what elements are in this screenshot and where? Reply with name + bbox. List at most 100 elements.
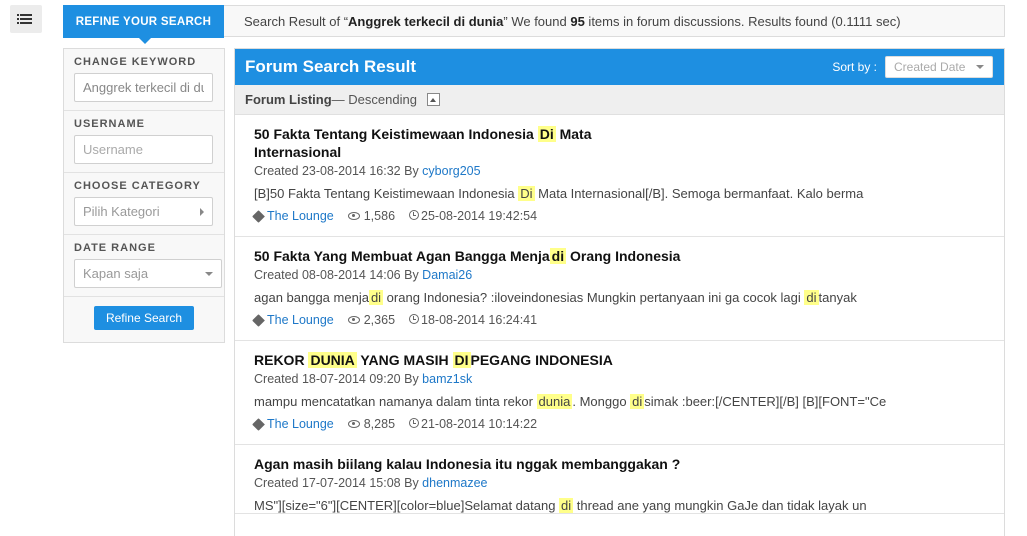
created-text: Created 17-07-2014 15:08 By	[254, 476, 423, 490]
snippet-text: simak :beer:[/CENTER][/B] [B][FONT="Ce	[644, 394, 887, 409]
result-item: 50 Fakta Tentang Keistimewaan Indonesia …	[235, 115, 1004, 237]
tag-icon	[252, 209, 265, 223]
last-post-time: 21-08-2014 10:14:22	[409, 417, 537, 431]
category-link[interactable]: The Lounge	[252, 313, 334, 327]
listing-order: — Descending	[331, 92, 417, 107]
snippet-highlight: di	[368, 290, 384, 305]
created-text: Created 08-08-2014 14:06 By	[254, 268, 423, 282]
views-text: 2,365	[363, 313, 396, 327]
category-link[interactable]: The Lounge	[252, 417, 334, 431]
last-post-time: 25-08-2014 19:42:54	[409, 209, 537, 223]
result-info: The Lounge 8,285 21-08-2014 10:14:22	[252, 417, 984, 444]
snippet-highlight: Di	[518, 186, 535, 201]
created-text: Created 18-07-2014 09:20 By	[254, 372, 423, 386]
caret-down-icon	[976, 65, 984, 69]
views-count: 1,586	[347, 209, 396, 223]
result-snippet: mampu mencatatkan namanya dalam tinta re…	[254, 394, 984, 409]
views-count: 8,285	[347, 417, 395, 431]
result-meta: Created 23-08-2014 16:32 By cyborg205	[254, 164, 984, 178]
keyword-input[interactable]	[74, 73, 213, 102]
date-range-select[interactable]: Kapan saja	[74, 259, 222, 288]
result-title-link[interactable]: Agan masih biilang kalau Indonesia itu n…	[254, 455, 984, 473]
category-label: CHOOSE CATEGORY	[74, 180, 201, 192]
snippet-text: . Monggo	[572, 394, 631, 409]
summary-query: Anggrek terkecil di dunia	[348, 14, 504, 29]
caret-down-icon	[205, 271, 213, 276]
keyword-label: CHANGE KEYWORD	[74, 56, 197, 68]
search-summary-bar: REFINE YOUR SEARCH Search Result of “Ang…	[63, 5, 1005, 44]
result-item: Agan masih biilang kalau Indonesia itu n…	[235, 445, 1004, 514]
refine-search-button[interactable]: Refine Search	[93, 306, 195, 330]
sort-select-value: Created Date	[894, 60, 966, 74]
result-title-link[interactable]: 50 Fakta Tentang Keistimewaan Indonesia …	[254, 125, 634, 161]
clock-icon	[409, 314, 420, 324]
clock-icon	[409, 210, 420, 220]
tag-icon	[252, 417, 265, 431]
refine-sidebar: CHANGE KEYWORD USERNAME CHOOSE CATEGORY …	[63, 48, 225, 343]
result-meta: Created 17-07-2014 15:08 By dhenmazee	[254, 476, 984, 490]
category-select[interactable]: Pilih Kategori	[74, 197, 213, 226]
snippet-highlight: di	[804, 290, 819, 305]
author-link[interactable]: Damai26	[422, 268, 472, 282]
category-text: The Lounge	[267, 209, 334, 223]
username-label: USERNAME	[74, 118, 145, 130]
snippet-text: thread ane yang mungkin GaJe dan tidak l…	[573, 498, 867, 513]
snippet-text: [B]50 Fakta Tentang Keistimewaan Indones…	[254, 186, 519, 201]
listing-bar: Forum Listing — Descending	[235, 85, 1004, 115]
snippet-text: Mata Internasional[/B]. Semoga bermanfaa…	[534, 186, 864, 201]
snippet-text: agan bangga menja	[254, 290, 369, 305]
sort-control: Sort by : Created Date	[832, 56, 993, 78]
result-title-link[interactable]: 50 Fakta Yang Membuat Agan Bangga Menja d…	[254, 247, 984, 265]
search-summary-text: Search Result of “Anggrek terkecil di du…	[244, 6, 901, 37]
snippet-text: orang Indonesia? :iloveindonesias Mungki…	[383, 290, 805, 305]
title-highlight: di	[549, 248, 567, 264]
category-text: The Lounge	[267, 313, 334, 327]
date-range-section: DATE RANGE Kapan saja	[64, 235, 224, 297]
title-highlight: Di	[537, 126, 556, 142]
views-text: 1,586	[363, 209, 396, 223]
list-menu-icon	[17, 14, 32, 24]
result-title-link[interactable]: REKOR DUNIA YANG MASIH DI PEGANG INDONESI…	[254, 351, 984, 369]
created-text: Created 23-08-2014 16:32 By	[254, 164, 423, 178]
eye-icon	[347, 316, 360, 324]
title-highlight: DUNIA	[308, 352, 357, 368]
category-link[interactable]: The Lounge	[252, 209, 334, 223]
sort-label: Sort by :	[832, 60, 877, 74]
title-text: Orang Indonesia	[566, 248, 681, 264]
title-text: PEGANG INDONESIA	[470, 352, 613, 368]
date-range-value: Kapan saja	[83, 266, 149, 281]
snippet-highlight: di	[559, 498, 574, 513]
summary-count: 95	[570, 14, 585, 29]
refine-button-wrap: Refine Search	[64, 297, 224, 339]
title-text: 50 Fakta Tentang Keistimewaan Indonesia	[254, 126, 538, 142]
refine-search-tab[interactable]: REFINE YOUR SEARCH	[63, 5, 224, 44]
result-item: 50 Fakta Yang Membuat Agan Bangga Menja d…	[235, 237, 1004, 341]
category-text: The Lounge	[267, 417, 334, 431]
clock-icon	[409, 418, 420, 428]
title-text: 50 Fakta Yang Membuat Agan Bangga Menja	[254, 248, 550, 264]
username-input[interactable]	[74, 135, 213, 164]
result-info: The Lounge 2,365 18-08-2014 16:24:41	[252, 313, 984, 340]
author-link[interactable]: bamz1sk	[422, 372, 472, 386]
result-snippet: MS"][size="6"][CENTER][color=blue]Selama…	[254, 498, 984, 513]
menu-toggle-button[interactable]	[10, 5, 42, 33]
date-range-label: DATE RANGE	[74, 242, 156, 254]
sort-order-toggle[interactable]	[426, 93, 440, 106]
last-post-text: 18-08-2014 16:24:41	[421, 313, 538, 327]
chevron-up-icon	[430, 97, 437, 102]
summary-prefix: Search Result of “	[244, 14, 349, 29]
snippet-text: tanyak	[818, 290, 857, 305]
category-section: CHOOSE CATEGORY Pilih Kategori	[64, 173, 224, 235]
sort-select[interactable]: Created Date	[885, 56, 993, 78]
result-item: REKOR DUNIA YANG MASIH DI PEGANG INDONESI…	[235, 341, 1004, 445]
keyword-section: CHANGE KEYWORD	[64, 49, 224, 111]
author-link[interactable]: dhenmazee	[422, 476, 487, 490]
eye-icon	[347, 212, 360, 220]
tag-icon	[252, 313, 265, 327]
author-link[interactable]: cyborg205	[422, 164, 480, 178]
result-meta: Created 18-07-2014 09:20 By bamz1sk	[254, 372, 984, 386]
username-section: USERNAME	[64, 111, 224, 173]
result-info: The Lounge 1,586 25-08-2014 19:42:54	[252, 209, 984, 236]
title-text: REKOR	[254, 352, 309, 368]
title-text: Agan masih biilang kalau Indonesia itu n…	[254, 456, 681, 472]
